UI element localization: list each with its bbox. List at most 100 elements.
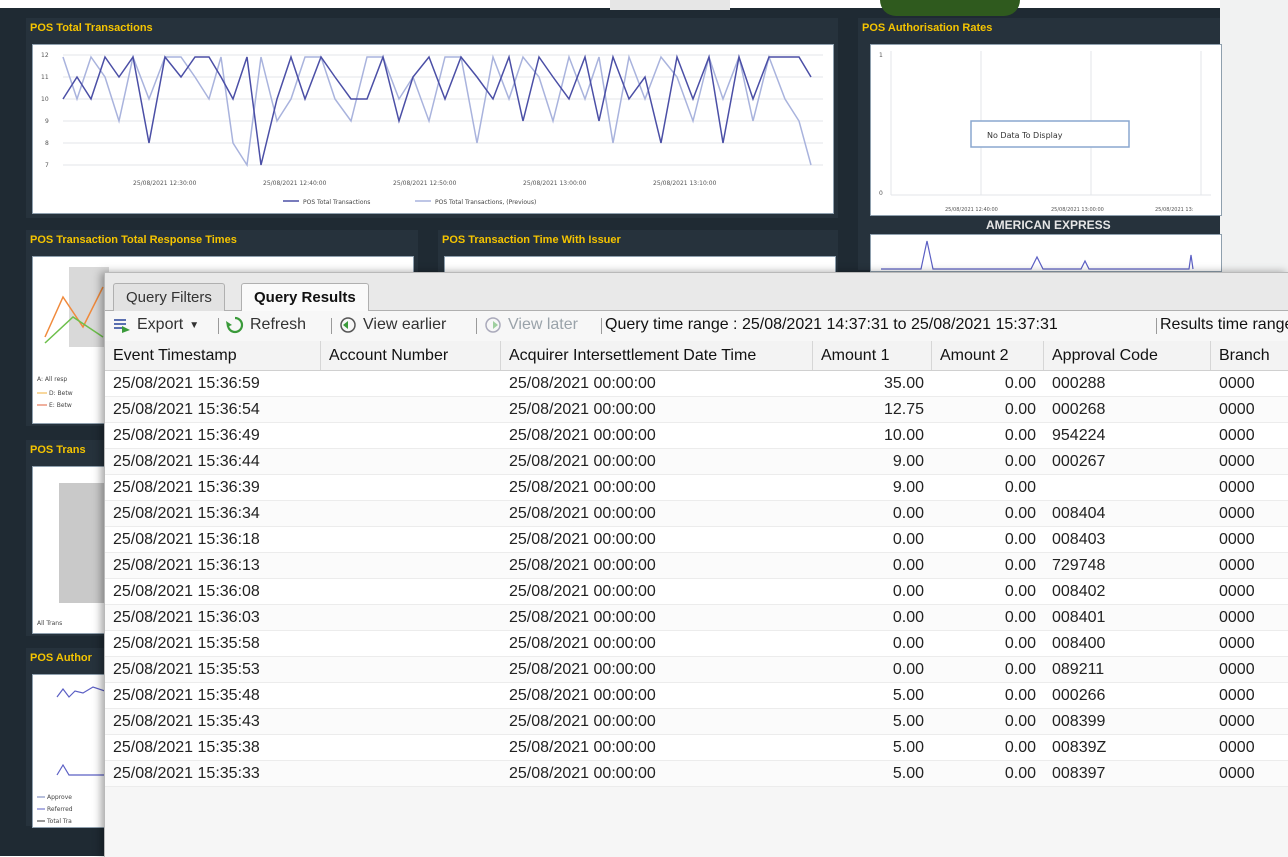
toolbar-separator	[218, 318, 219, 334]
cell-acquirer-date: 25/08/2021 00:00:00	[509, 531, 656, 548]
table-row[interactable]: 25/08/2021 15:36:13 25/08/2021 00:00:00 0.…	[105, 553, 1288, 579]
table-row[interactable]: 25/08/2021 15:36:39 25/08/2021 00:00:00 9.…	[105, 475, 1288, 501]
cell-event-timestamp: 25/08/2021 15:36:44	[113, 453, 260, 470]
tab-query-filters[interactable]: Query Filters	[113, 283, 225, 311]
table-row[interactable]: 25/08/2021 15:35:48 25/08/2021 00:00:00 5.…	[105, 683, 1288, 709]
table-row[interactable]: 25/08/2021 15:36:49 25/08/2021 00:00:00 10…	[105, 423, 1288, 449]
cell-amount-1: 0.00	[892, 531, 924, 548]
cell-amount-1: 0.00	[892, 583, 924, 600]
cell-amount-1: 0.00	[892, 661, 924, 678]
cell-branch: 0000	[1219, 713, 1255, 730]
cell-account-number	[321, 397, 501, 422]
toolbar-separator	[331, 318, 332, 334]
cell-event-timestamp: 25/08/2021 15:36:54	[113, 401, 260, 418]
view-later-label: View later	[508, 316, 578, 333]
cell-account-number	[321, 371, 501, 396]
series-previous	[62, 54, 812, 168]
column-header-account-number[interactable]: Account Number	[321, 341, 501, 370]
cell-event-timestamp: 25/08/2021 15:36:08	[113, 583, 260, 600]
panel-title: POS Author	[30, 652, 92, 664]
cell-event-timestamp: 25/08/2021 15:36:18	[113, 531, 260, 548]
cell-event-timestamp: 25/08/2021 15:35:38	[113, 739, 260, 756]
amex-subtitle: AMERICAN EXPRESS	[986, 218, 1111, 232]
cell-amount-2: 0.00	[1004, 713, 1036, 730]
cell-amount-2: 0.00	[1004, 635, 1036, 652]
column-header-acquirer-date[interactable]: Acquirer Intersettlement Date Time	[501, 341, 813, 370]
cell-amount-1: 12.75	[883, 401, 924, 418]
cell-event-timestamp: 25/08/2021 15:36:13	[113, 557, 260, 574]
legend-item: E: Betw	[49, 402, 72, 409]
cell-amount-2: 0.00	[1004, 687, 1036, 704]
x-tick: 25/08/2021 12:40:00	[945, 207, 998, 213]
column-header-event-timestamp[interactable]: Event Timestamp	[105, 341, 321, 370]
tab-query-results[interactable]: Query Results	[241, 283, 369, 312]
column-header-amount-1[interactable]: Amount 1	[813, 341, 932, 370]
x-tick: 25/08/2021 13:	[1155, 207, 1194, 213]
cell-event-timestamp: 25/08/2021 15:36:49	[113, 427, 260, 444]
cell-branch: 0000	[1219, 739, 1255, 756]
trans-chart: All Trans	[32, 466, 106, 634]
author-svg: Approve Referred Total Tra	[37, 686, 106, 825]
cell-acquirer-date: 25/08/2021 00:00:00	[509, 401, 656, 418]
y-tick: 1	[879, 52, 883, 59]
cell-amount-1: 5.00	[892, 765, 924, 782]
author-chart: Approve Referred Total Tra	[32, 674, 106, 828]
cell-approval-code: 000288	[1052, 375, 1106, 392]
y-tick: 8	[45, 140, 49, 147]
x-tick: 25/08/2021 13:00:00	[1051, 207, 1104, 213]
cell-amount-1: 5.00	[892, 739, 924, 756]
cell-approval-code: 00839Z	[1052, 739, 1107, 756]
column-header-amount-2[interactable]: Amount 2	[932, 341, 1044, 370]
panel-time-with-issuer: POS Transaction Time With Issuer	[438, 230, 838, 276]
panel-trans: POS Trans All Trans	[26, 440, 106, 636]
refresh-button[interactable]: Refresh	[226, 316, 306, 334]
cell-account-number	[321, 527, 501, 552]
table-row[interactable]: 25/08/2021 15:36:54 25/08/2021 00:00:00 12…	[105, 397, 1288, 423]
x-tick: 25/08/2021 12:50:00	[393, 180, 457, 187]
cell-account-number	[321, 735, 501, 760]
cell-approval-code: 008401	[1052, 609, 1106, 626]
y-tick: 9	[45, 118, 49, 125]
table-row[interactable]: 25/08/2021 15:35:38 25/08/2021 00:00:00 5.…	[105, 735, 1288, 761]
table-row[interactable]: 25/08/2021 15:36:59 25/08/2021 00:00:00 35…	[105, 371, 1288, 397]
authorisation-rates-svg: 1 0 No Data To Display 25/08/2021 12:40:…	[879, 51, 1211, 213]
column-header-branch[interactable]: Branch	[1211, 341, 1288, 370]
cell-account-number	[321, 631, 501, 656]
table-row[interactable]: 25/08/2021 15:35:58 25/08/2021 00:00:00 0.…	[105, 631, 1288, 657]
query-results-window: Query Filters Query Results Export ▼ Ref…	[104, 272, 1288, 857]
cell-acquirer-date: 25/08/2021 00:00:00	[509, 427, 656, 444]
cell-amount-2: 0.00	[1004, 661, 1036, 678]
cell-event-timestamp: 25/08/2021 15:35:48	[113, 687, 260, 704]
table-row[interactable]: 25/08/2021 15:36:18 25/08/2021 00:00:00 0.…	[105, 527, 1288, 553]
paper-decoration	[610, 0, 730, 10]
table-row[interactable]: 25/08/2021 15:36:34 25/08/2021 00:00:00 0.…	[105, 501, 1288, 527]
table-row[interactable]: 25/08/2021 15:35:53 25/08/2021 00:00:00 0.…	[105, 657, 1288, 683]
cell-branch: 0000	[1219, 557, 1255, 574]
cell-acquirer-date: 25/08/2021 00:00:00	[509, 557, 656, 574]
panel-authorisation-rates: POS Authorisation Rates 1 0 No Data To D…	[858, 18, 1222, 272]
cell-approval-code: 008400	[1052, 635, 1106, 652]
cell-branch: 0000	[1219, 609, 1255, 626]
cell-approval-code: 000267	[1052, 453, 1106, 470]
amex-svg	[881, 240, 1194, 270]
green-decoration	[880, 0, 1020, 16]
view-later-button[interactable]: View later	[484, 316, 578, 334]
cell-approval-code: 729748	[1052, 557, 1106, 574]
tab-bar: Query Filters Query Results	[105, 273, 1288, 312]
table-row[interactable]: 25/08/2021 15:36:08 25/08/2021 00:00:00 0.…	[105, 579, 1288, 605]
export-button[interactable]: Export ▼	[113, 316, 199, 334]
cell-amount-2: 0.00	[1004, 765, 1036, 782]
panel-title: POS Total Transactions	[30, 22, 153, 34]
cell-account-number	[321, 501, 501, 526]
cell-branch: 0000	[1219, 427, 1255, 444]
y-tick: 10	[41, 96, 49, 103]
cell-event-timestamp: 25/08/2021 15:35:43	[113, 713, 260, 730]
table-row[interactable]: 25/08/2021 15:36:44 25/08/2021 00:00:00 9.…	[105, 449, 1288, 475]
view-earlier-button[interactable]: View earlier	[339, 316, 446, 334]
column-header-approval-code[interactable]: Approval Code	[1044, 341, 1211, 370]
table-row[interactable]: 25/08/2021 15:35:43 25/08/2021 00:00:00 5.…	[105, 709, 1288, 735]
table-row[interactable]: 25/08/2021 15:35:33 25/08/2021 00:00:00 5.…	[105, 761, 1288, 787]
table-row[interactable]: 25/08/2021 15:36:03 25/08/2021 00:00:00 0.…	[105, 605, 1288, 631]
cell-amount-1: 5.00	[892, 713, 924, 730]
y-tick: 11	[41, 74, 49, 81]
